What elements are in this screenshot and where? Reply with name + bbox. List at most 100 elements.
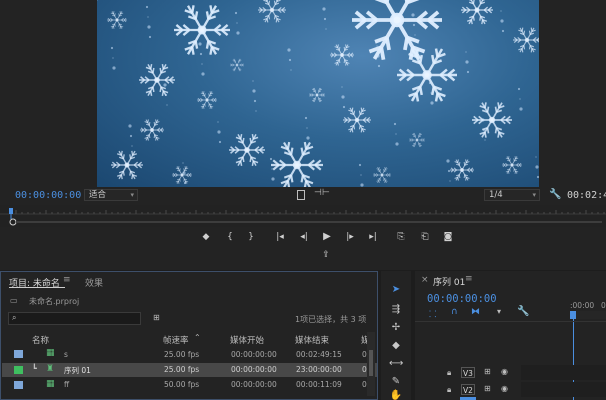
eye-icon[interactable]: ◉ xyxy=(501,367,508,376)
snap-icon[interactable]: ∩ xyxy=(451,307,458,317)
scrollbar-thumb[interactable] xyxy=(369,350,373,376)
media-start-cell: 00:00:00:00 xyxy=(231,380,277,389)
frame-rate-cell: 25.00 fps xyxy=(164,365,200,374)
snowflake-artwork xyxy=(97,0,539,187)
chevron-down-icon: ▾ xyxy=(130,191,134,199)
add-marker-icon[interactable]: ▾ xyxy=(497,307,501,316)
label-color-swatch[interactable] xyxy=(14,381,23,389)
resolution-select-value: 1/4 xyxy=(489,190,503,200)
hand-tool-icon[interactable]: ✋ xyxy=(389,389,403,400)
track-v2[interactable]: 🔒︎ V2 ⊞ ◉ xyxy=(415,382,606,398)
column-media-start[interactable]: 媒体开始 xyxy=(230,334,264,346)
time-ruler-ticks xyxy=(0,208,606,226)
playhead-timecode[interactable]: 00:00:00:00 xyxy=(15,190,81,201)
selection-status: 1项已选择，共 3 项 xyxy=(295,315,367,324)
track-lane[interactable] xyxy=(521,382,606,397)
panel-menu-icon[interactable]: ≡ xyxy=(465,274,473,284)
divider xyxy=(415,321,606,322)
program-monitor: 00:00:00:00 适合 ▾ ⊣⊢ 1/4 ▾ 🔧 00:02:49 ◆ {… xyxy=(0,0,606,270)
close-tab-icon[interactable]: × xyxy=(421,275,429,285)
time-ruler[interactable] xyxy=(0,205,606,227)
go-to-in-icon[interactable]: |◂ xyxy=(272,230,288,244)
timeline-ruler[interactable] xyxy=(570,311,606,319)
track-label[interactable]: V2 xyxy=(461,384,475,395)
media-start-cell: 00:00:00:00 xyxy=(231,350,277,359)
lock-icon[interactable]: 🔒︎ xyxy=(447,385,451,395)
sync-lock-icon[interactable]: ⊞ xyxy=(484,367,491,376)
pen-tool-icon[interactable]: ✎ xyxy=(389,375,403,389)
column-media-end[interactable]: 媒体结束 xyxy=(295,334,329,346)
linked-selection-icon[interactable]: ⧓ xyxy=(471,307,480,317)
table-row[interactable]: ▦ s 25.00 fps 00:00:00:00 00:02:49:15 00 xyxy=(2,348,377,362)
media-end-cell: 00:02:49:15 xyxy=(296,350,342,359)
new-bin-from-search-icon[interactable]: ⊞ xyxy=(153,313,160,322)
search-input[interactable]: ⌕ xyxy=(8,312,141,325)
table-row-selected[interactable]: ┗ ♜ 序列 01 25.00 fps 00:00:00:00 23:00:00… xyxy=(2,363,377,377)
sync-lock-icon[interactable]: ⊞ xyxy=(484,384,491,393)
step-forward-icon[interactable]: |▸ xyxy=(342,230,358,244)
frame-rate-cell: 25.00 fps xyxy=(164,350,200,359)
go-to-out-icon[interactable]: ▸| xyxy=(365,230,381,244)
video-preview xyxy=(97,0,539,187)
play-icon[interactable]: ▶ xyxy=(319,230,335,244)
tab-sequence[interactable]: 序列 01 xyxy=(433,275,465,288)
resolution-select[interactable]: 1/4 ▾ xyxy=(484,189,540,201)
track-label[interactable]: V3 xyxy=(461,367,475,378)
sort-ascending-icon: ⌃ xyxy=(194,333,201,342)
export-icon[interactable]: ⇪ xyxy=(318,248,334,262)
label-color-swatch[interactable] xyxy=(14,350,23,358)
wrench-icon[interactable]: 🔧 xyxy=(549,189,561,200)
tab-effects[interactable]: 效果 xyxy=(85,276,103,289)
item-name: 序列 01 xyxy=(64,366,91,375)
sequence-clip-icon: ▦ xyxy=(46,379,55,389)
playhead-handle[interactable] xyxy=(570,311,576,319)
media-end-cell: 00:00:11:09 xyxy=(296,380,342,389)
fit-select[interactable]: 适合 ▾ xyxy=(84,189,138,201)
wrench-icon[interactable]: 🔧 xyxy=(517,306,529,317)
settings-clip-icon[interactable] xyxy=(297,190,305,200)
sequence-clip-icon: ▦ xyxy=(46,348,55,358)
selection-tool-icon[interactable]: ➤ xyxy=(389,283,403,297)
item-name: ff xyxy=(64,380,70,389)
tools-panel: ➤ ⇶ ✢ ◆ ⟷ ✎ ✋ xyxy=(381,271,411,400)
tab-underline xyxy=(9,287,65,288)
lock-icon[interactable]: 🔒︎ xyxy=(447,368,451,378)
camera-icon[interactable]: ◙ xyxy=(440,230,456,244)
column-name[interactable]: 名称 xyxy=(32,334,49,346)
track-lane[interactable] xyxy=(521,365,606,380)
column-frame-rate[interactable]: 帧速率 xyxy=(163,334,189,346)
eye-icon[interactable]: ◉ xyxy=(501,384,508,393)
overwrite-icon[interactable]: ⎗ xyxy=(417,230,433,244)
mark-out-icon[interactable]: } xyxy=(243,230,259,244)
frame-rate-cell: 50.00 fps xyxy=(164,380,200,389)
label-color-swatch[interactable] xyxy=(14,366,23,374)
chevron-down-icon: ▾ xyxy=(532,191,536,199)
sequence-icon: ♜ xyxy=(46,364,55,374)
vertical-scrollbar[interactable] xyxy=(367,332,375,396)
sequence-timecode[interactable]: 00:00:00:00 xyxy=(427,293,497,305)
ruler-label: :00:00 xyxy=(570,301,595,310)
media-start-cell: 00:00:00:00 xyxy=(231,365,277,374)
nest-icon[interactable]: ⸬ xyxy=(429,307,436,320)
track-select-tool-icon[interactable]: ⇶ xyxy=(389,303,403,317)
timeline-panel: × 序列 01 ≡ 00:00:00:00 ⸬ ∩ ⧓ ▾ 🔧 :00:00 0… xyxy=(415,271,606,400)
project-file-name: 未命名.prproj xyxy=(29,297,80,306)
fit-select-value: 适合 xyxy=(89,190,107,200)
insert-icon[interactable]: ⎘ xyxy=(393,230,409,244)
table-row[interactable]: ▦ ff 50.00 fps 00:00:00:00 00:00:11:09 0… xyxy=(2,378,377,392)
slip-tool-icon[interactable]: ⟷ xyxy=(389,357,403,371)
razor-tool-icon[interactable]: ◆ xyxy=(389,339,403,353)
mark-in-icon[interactable]: { xyxy=(222,230,238,244)
step-back-icon[interactable]: ◂| xyxy=(296,230,312,244)
tree-branch-icon: ┗ xyxy=(32,364,37,373)
item-name: s xyxy=(64,350,68,359)
ripple-edit-tool-icon[interactable]: ✢ xyxy=(389,321,403,335)
add-marker-icon[interactable]: ◆ xyxy=(198,230,214,244)
track-v3[interactable]: 🔒︎ V3 ⊞ ◉ xyxy=(415,365,606,381)
duration-timecode: 00:02:49 xyxy=(567,190,606,201)
search-icon: ⌕ xyxy=(12,313,17,322)
media-end-cell: 23:00:00:00 xyxy=(296,365,342,374)
panel-menu-icon[interactable]: ≡ xyxy=(63,275,71,285)
project-panel: 项目: 未命名 ≡ 效果 ▭ 未命名.prproj ⌕ ⊞ 1项已选择，共 3 … xyxy=(0,271,378,400)
dropped-frames-icon[interactable]: ⊣⊢ xyxy=(314,188,330,198)
